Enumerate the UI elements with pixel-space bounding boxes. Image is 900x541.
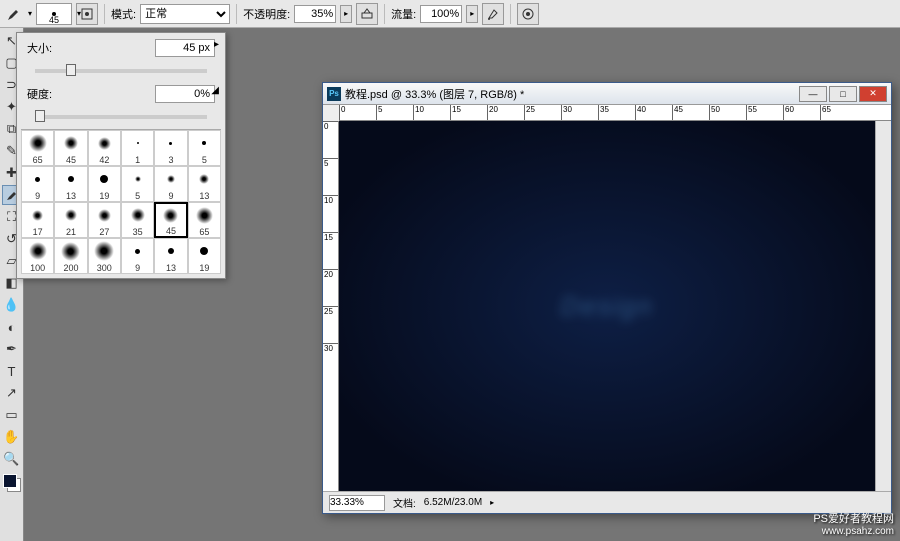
- zoom-tool[interactable]: 🔍: [2, 449, 22, 469]
- brush-preset[interactable]: 13: [188, 166, 221, 202]
- watermark: PS爱好者教程网 www.psahz.com: [813, 510, 894, 537]
- brush-preset[interactable]: 300: [88, 238, 121, 274]
- type-tool[interactable]: T: [2, 361, 22, 381]
- document-titlebar[interactable]: Ps 教程.psd @ 33.3% (图层 7, RGB/8) * — □ ✕: [323, 83, 891, 105]
- document-title: 教程.psd @ 33.3% (图层 7, RGB/8) *: [345, 86, 524, 102]
- tablet-opacity-button[interactable]: [356, 3, 378, 25]
- brush-preset[interactable]: 35: [121, 202, 154, 238]
- vertical-scrollbar[interactable]: [875, 121, 891, 491]
- status-arrow-icon[interactable]: ▸: [490, 498, 494, 507]
- brush-hardness-input[interactable]: [155, 85, 215, 103]
- brush-size-preview[interactable]: 45 ▾: [36, 3, 72, 25]
- brush-preset[interactable]: 5: [188, 130, 221, 166]
- panel-menu-icon[interactable]: ◢: [211, 85, 219, 96]
- brush-options-bar: ▾ 45 ▾ 模式: 正常 不透明度: ▸ 流量: ▸: [0, 0, 900, 28]
- horizontal-ruler: 05101520253035404550556065: [339, 105, 891, 121]
- brush-preset[interactable]: 1: [121, 130, 154, 166]
- dropdown-arrow-icon[interactable]: ▾: [28, 9, 32, 18]
- tablet-size-button[interactable]: [517, 3, 539, 25]
- flow-input[interactable]: [420, 5, 462, 23]
- brush-preset[interactable]: 13: [54, 166, 87, 202]
- path-tool[interactable]: ↗: [2, 383, 22, 403]
- brush-preset[interactable]: 9: [21, 166, 54, 202]
- brush-preset[interactable]: 45: [54, 130, 87, 166]
- airbrush-button[interactable]: [482, 3, 504, 25]
- foreground-color[interactable]: [3, 474, 17, 488]
- brush-preset[interactable]: 3: [154, 130, 187, 166]
- brush-preset-picker: ▸ ◢ 大小: 硬度: 6545421359131959131721273545…: [16, 32, 226, 279]
- doc-info-label: 文档:: [393, 495, 416, 510]
- brush-preset[interactable]: 65: [188, 202, 221, 238]
- opacity-input[interactable]: [294, 5, 336, 23]
- vertical-ruler: 051015202530: [323, 121, 339, 491]
- opacity-arrow[interactable]: ▸: [340, 5, 352, 23]
- brush-preset[interactable]: 45: [154, 202, 187, 238]
- canvas-viewport[interactable]: Design: [339, 121, 875, 491]
- brush-preset[interactable]: 9: [154, 166, 187, 202]
- brush-preset[interactable]: 9: [121, 238, 154, 274]
- minimize-button[interactable]: —: [799, 86, 827, 102]
- brush-preset[interactable]: 17: [21, 202, 54, 238]
- size-label: 大小:: [27, 40, 52, 56]
- ps-icon: Ps: [327, 87, 341, 101]
- doc-info-value: 6.52M/23.0M: [424, 497, 482, 508]
- brush-preset[interactable]: 5: [121, 166, 154, 202]
- maximize-button[interactable]: □: [829, 86, 857, 102]
- canvas[interactable]: Design: [339, 121, 875, 491]
- brush-preset[interactable]: 65: [21, 130, 54, 166]
- hand-tool[interactable]: ✋: [2, 427, 22, 447]
- hardness-label: 硬度:: [27, 86, 52, 102]
- brush-preset[interactable]: 21: [54, 202, 87, 238]
- mode-label: 模式:: [111, 6, 136, 22]
- chevron-down-icon: ▾: [77, 9, 81, 18]
- brush-preset[interactable]: 19: [88, 166, 121, 202]
- brush-preset[interactable]: 13: [154, 238, 187, 274]
- flyout-arrow-icon[interactable]: ▸: [214, 39, 219, 50]
- pen-tool[interactable]: ✒: [2, 339, 22, 359]
- brush-preset-grid: 6545421359131959131721273545651002003009…: [21, 129, 221, 274]
- brush-preset[interactable]: 19: [188, 238, 221, 274]
- zoom-input[interactable]: [329, 495, 385, 511]
- hardness-slider[interactable]: [35, 115, 207, 119]
- shape-tool[interactable]: ▭: [2, 405, 22, 425]
- close-button[interactable]: ✕: [859, 86, 887, 102]
- flow-arrow[interactable]: ▸: [466, 5, 478, 23]
- flow-label: 流量:: [391, 6, 416, 22]
- dodge-tool[interactable]: ◐: [2, 317, 22, 337]
- brush-tool-icon: [4, 4, 24, 24]
- size-slider[interactable]: [35, 69, 207, 73]
- document-status-bar: 文档: 6.52M/23.0M ▸: [323, 491, 891, 513]
- brush-preset[interactable]: 42: [88, 130, 121, 166]
- brush-size-input[interactable]: [155, 39, 215, 57]
- brush-preset[interactable]: 27: [88, 202, 121, 238]
- canvas-artwork: Design: [561, 291, 654, 322]
- color-swatches[interactable]: [3, 474, 21, 492]
- brush-preset[interactable]: 200: [54, 238, 87, 274]
- blend-mode-select[interactable]: 正常: [140, 4, 230, 24]
- brush-preset[interactable]: 100: [21, 238, 54, 274]
- blur-tool[interactable]: 💧: [2, 295, 22, 315]
- opacity-label: 不透明度:: [243, 6, 290, 22]
- document-window: Ps 教程.psd @ 33.3% (图层 7, RGB/8) * — □ ✕ …: [322, 82, 892, 514]
